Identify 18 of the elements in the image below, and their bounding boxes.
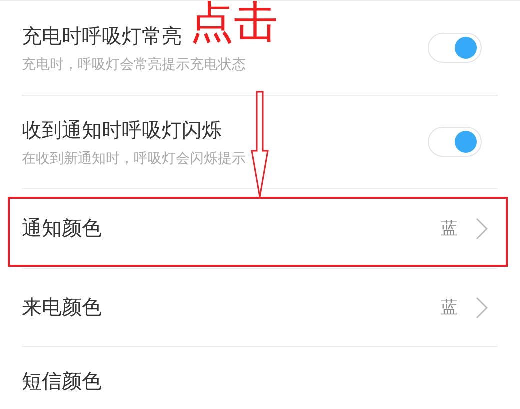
setting-title: 收到通知时呼吸灯闪烁: [22, 116, 222, 144]
down-arrow-icon: [250, 91, 270, 199]
settings-row[interactable]: 通知颜色 蓝: [22, 189, 498, 269]
setting-title: 来电颜色: [22, 294, 102, 321]
setting-description: 充电时，呼吸灯会常亮提示充电状态: [22, 56, 246, 74]
settings-row[interactable]: 收到通知时呼吸灯闪烁 在收到新通知时，呼吸灯会闪烁提示: [22, 96, 498, 189]
chevron-right-icon: [476, 218, 488, 240]
settings-row[interactable]: 来电颜色 蓝: [22, 269, 498, 347]
setting-title: 通知颜色: [22, 215, 102, 242]
toggle-switch[interactable]: [428, 33, 482, 63]
chevron-right-icon: [476, 296, 488, 318]
toggle-switch[interactable]: [428, 127, 482, 157]
setting-title: 短信颜色: [22, 368, 102, 395]
setting-description: 在收到新通知时，呼吸灯会闪烁提示: [22, 150, 246, 168]
setting-value: 蓝: [441, 297, 458, 319]
settings-row[interactable]: 短信颜色: [22, 347, 498, 409]
setting-value: 蓝: [441, 218, 458, 240]
setting-title: 充电时呼吸灯常亮: [22, 22, 182, 50]
